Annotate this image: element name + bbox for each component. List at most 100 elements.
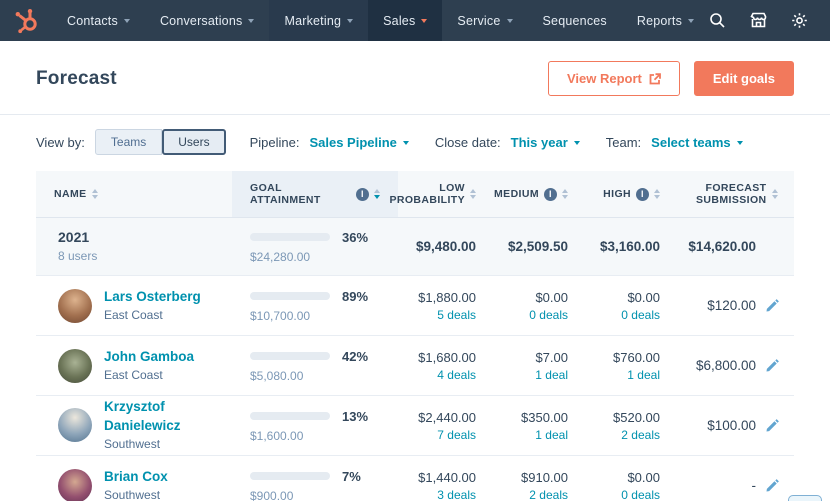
edit-forecast-icon[interactable] [765,478,780,493]
amount: $2,509.50 [507,239,568,254]
goal-percent: 42% [342,348,369,364]
name-cell: 2021 8 users [36,228,232,264]
table-row: John Gamboa East Coast 42% $5,080.00 $1,… [36,336,794,396]
goal-percent: 36% [342,229,369,245]
avatar [58,348,92,383]
users-toggle-button[interactable]: Users [162,129,226,155]
deals-link[interactable]: 2 deals [586,428,660,442]
deals-link[interactable]: 0 deals [586,308,660,322]
chevron-down-icon [506,19,513,23]
table-row: Lars Osterberg East Coast 89% $10,700.00… [36,276,794,336]
chevron-down-icon [573,140,580,145]
user-name-link[interactable]: Krzysztof Danielewicz [104,398,232,436]
header-actions: View Report Edit goals [547,61,794,96]
deals-link[interactable]: 5 deals [398,308,476,322]
column-label: Medium [494,188,539,200]
deals-link[interactable]: 1 deal [494,368,568,382]
nav-item-sequences[interactable]: Sequences [528,0,622,41]
external-link-icon [649,72,661,84]
low-probability-cell: $9,480.00 [398,239,494,254]
teams-toggle-button[interactable]: Teams [94,129,163,155]
goal-attainment-cell: 42% $5,080.00 [232,349,398,383]
goal-amount: $5,080.00 [250,368,304,383]
nav-item-label: Conversations [159,13,243,28]
info-icon[interactable]: i [544,187,557,201]
help-widget-button[interactable] [788,495,822,501]
chevron-down-icon [347,19,354,23]
edit-goals-button[interactable]: Edit goals [693,61,794,96]
edit-forecast-icon[interactable] [765,418,780,433]
chevron-down-icon [688,19,695,23]
nav-item-service[interactable]: Service [442,0,527,41]
info-icon[interactable]: i [636,187,649,201]
close-date-dropdown[interactable]: This year [511,135,580,150]
column-header-name[interactable]: Name [36,171,232,217]
table-header-row: Name Goal attainment i Low Probability M… [36,171,794,218]
amount: $0.00 [627,289,660,305]
gear-icon[interactable] [791,12,808,29]
column-header-low-probability[interactable]: Low Probability [389,171,494,217]
sort-icon [91,189,98,199]
deals-link[interactable]: 4 deals [398,368,476,382]
column-label: Low Probability [389,182,466,206]
amount: $760.00 [613,349,660,365]
info-icon[interactable]: i [356,187,369,201]
sort-icon [562,189,568,199]
amount: $14,620.00 [688,239,756,254]
user-team: Southwest [104,436,161,451]
nav-item-reports[interactable]: Reports [622,0,709,41]
amount: $0.00 [535,289,568,305]
table-row: Krzysztof Danielewicz Southwest 13% $1,6… [36,396,794,456]
team-dropdown[interactable]: Select teams [651,135,743,150]
edit-forecast-icon[interactable] [765,358,780,373]
nav-item-marketing[interactable]: Marketing [269,0,369,41]
progress-bar [250,292,330,300]
user-name-link[interactable]: Brian Cox [104,468,168,487]
deals-link[interactable]: 0 deals [494,308,568,322]
summary-year: 2021 [58,229,90,246]
team-label: Team: [605,134,642,150]
amount: $100.00 [707,418,756,433]
nav-item-sales[interactable]: Sales [368,0,443,41]
column-header-high[interactable]: High i [586,171,678,217]
amount: $120.00 [707,298,756,313]
goal-attainment-cell: 13% $1,600.00 [232,409,398,443]
chevron-down-icon [123,19,130,23]
column-header-forecast-submission[interactable]: Forecast Submission [678,171,796,217]
hubspot-logo-icon[interactable] [12,8,42,34]
name-cell: Krzysztof Danielewicz Southwest [36,398,232,453]
goal-attainment-cell: 7% $900.00 [232,469,398,501]
user-name-link[interactable]: John Gamboa [104,348,194,367]
high-cell: $0.00 0 deals [586,290,678,322]
amount: $6,800.00 [695,358,756,373]
low-probability-cell: $1,440.00 3 deals [398,470,494,501]
deals-link[interactable]: 7 deals [398,428,476,442]
deals-link[interactable]: 0 deals [586,488,660,501]
pipeline-label: Pipeline: [249,134,300,150]
deals-link[interactable]: 1 deal [494,428,568,442]
deals-link[interactable]: 2 deals [494,488,568,501]
nav-menu: Contacts Conversations Marketing Sales S… [52,0,709,41]
column-header-medium[interactable]: Medium i [494,171,586,217]
edit-forecast-icon[interactable] [765,298,780,313]
deals-link[interactable]: 1 deal [586,368,660,382]
search-icon[interactable] [709,12,726,29]
column-header-goal-attainment[interactable]: Goal attainment i [232,171,398,217]
sort-icon [654,189,660,199]
marketplace-icon[interactable] [750,12,767,29]
view-report-button[interactable]: View Report [547,61,680,96]
top-nav: Contacts Conversations Marketing Sales S… [0,0,830,41]
amount: $910.00 [521,469,568,485]
nav-item-label: Service [457,13,501,28]
nav-item-conversations[interactable]: Conversations [145,0,270,41]
team-value: Select teams [651,134,731,150]
view-by-toggle: Teams Users [94,129,226,155]
amount: $1,440.00 [418,469,476,485]
nav-item-label: Contacts [67,13,118,28]
pipeline-dropdown[interactable]: Sales Pipeline [309,135,409,150]
deals-link[interactable]: 3 deals [398,488,476,501]
amount: $7.00 [535,349,568,365]
user-team: East Coast [104,367,163,382]
nav-item-contacts[interactable]: Contacts [52,0,145,41]
user-name-link[interactable]: Lars Osterberg [104,288,201,307]
